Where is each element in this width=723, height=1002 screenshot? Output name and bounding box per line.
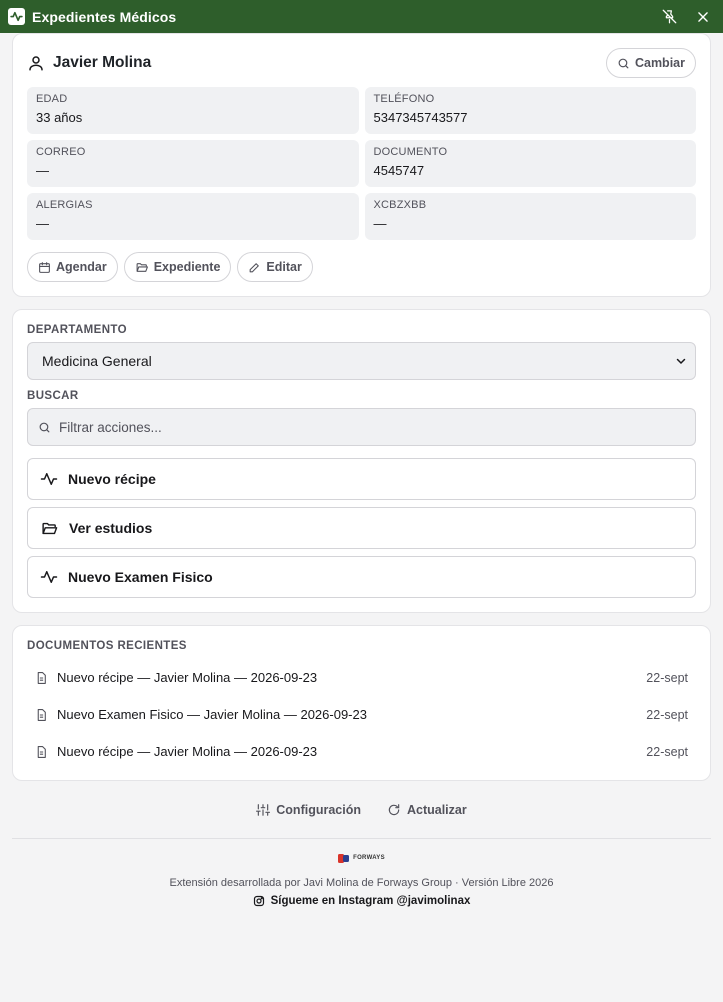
instagram-link[interactable]: Sígueme en Instagram @javimolinax: [12, 895, 711, 907]
action-new-prescription[interactable]: Nuevo récipe: [27, 458, 696, 500]
record-button[interactable]: Expediente: [123, 252, 232, 282]
brand-logo: FORWAYS: [12, 851, 711, 865]
search-label: BUSCAR: [27, 390, 79, 402]
divider: [12, 838, 711, 839]
title-bar: Expedientes Médicos: [0, 0, 723, 33]
patient-info-grid: EDAD 33 años TELÉFONO 5347345743577 CORR…: [27, 87, 696, 240]
refresh-icon: [388, 804, 400, 816]
credits-text: Extensión desarrollada por Javi Molina d…: [169, 877, 554, 889]
schedule-button[interactable]: Agendar: [27, 252, 118, 282]
info-allergies: ALERGIAS —: [27, 193, 359, 240]
activity-icon: [40, 473, 58, 485]
patient-name: Javier Molina: [53, 54, 152, 71]
actions-card: DEPARTAMENTO Medicina General BUSCAR Nue…: [12, 309, 711, 613]
app-logo-icon: [8, 8, 25, 25]
folder-open-icon: [42, 522, 58, 534]
list-item[interactable]: Nuevo récipe — Javier Molina — 2026-09-2…: [27, 659, 696, 696]
recent-docs-label: DOCUMENTOS RECIENTES: [27, 640, 187, 652]
list-item[interactable]: Nuevo Examen Fisico — Javier Molina — 20…: [27, 696, 696, 733]
close-icon: [698, 11, 708, 22]
patient-card: Javier Molina Cambiar EDAD 33 años TELÉF…: [12, 33, 711, 297]
action-new-physical-exam[interactable]: Nuevo Examen Fisico: [27, 556, 696, 598]
action-view-studies[interactable]: Ver estudios: [27, 507, 696, 549]
search-icon: [39, 422, 50, 432]
chevron-down-icon: [676, 358, 686, 365]
forways-logo-icon: [338, 853, 350, 863]
department-select[interactable]: Medicina General: [27, 342, 696, 380]
settings-button[interactable]: Configuración: [256, 803, 361, 817]
info-age: EDAD 33 años: [27, 87, 359, 134]
department-label: DEPARTAMENTO: [27, 324, 127, 336]
activity-icon: [40, 571, 58, 583]
instagram-icon: [253, 895, 264, 907]
recent-docs-card: DOCUMENTOS RECIENTES Nuevo récipe — Javi…: [12, 625, 711, 781]
info-email: CORREO —: [27, 140, 359, 187]
close-button[interactable]: [691, 5, 715, 29]
change-patient-button[interactable]: Cambiar: [605, 48, 696, 78]
pencil-icon: [250, 262, 260, 272]
file-icon: [37, 671, 46, 684]
patient-name-header: Javier Molina: [27, 54, 151, 72]
info-document: DOCUMENTO 4545747: [364, 140, 696, 187]
edit-button[interactable]: Editar: [237, 252, 313, 282]
search-icon: [618, 58, 629, 68]
unpin-button[interactable]: [657, 5, 681, 29]
file-icon: [37, 708, 46, 721]
search-input[interactable]: [59, 419, 685, 435]
file-icon: [37, 745, 46, 758]
calendar-icon: [39, 261, 50, 273]
user-icon: [29, 56, 43, 71]
window-title: Expedientes Médicos: [32, 8, 177, 25]
list-item[interactable]: Nuevo récipe — Javier Molina — 2026-09-2…: [27, 733, 696, 770]
sliders-icon: [256, 804, 271, 816]
folder-open-icon: [136, 262, 148, 272]
info-phone: TELÉFONO 5347345743577: [364, 87, 696, 134]
search-field[interactable]: [27, 408, 696, 446]
pin-off-icon: [662, 9, 676, 24]
info-custom-field: XCBZXBB —: [364, 193, 696, 240]
refresh-button[interactable]: Actualizar: [387, 803, 467, 817]
